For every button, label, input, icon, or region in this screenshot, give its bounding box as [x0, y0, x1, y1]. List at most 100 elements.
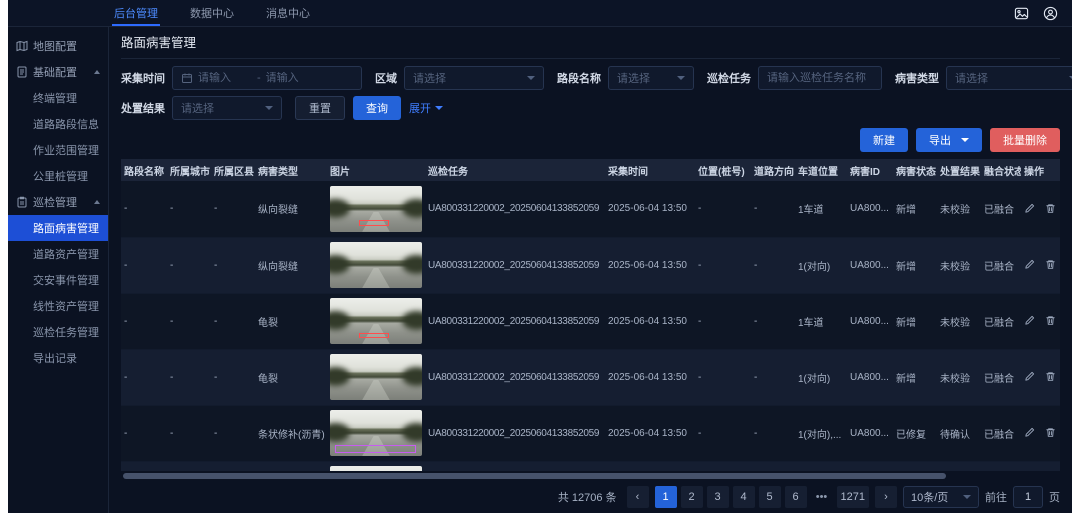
chevron-down-icon — [1069, 76, 1072, 80]
cell-road-direction: - — [751, 405, 795, 461]
table-row[interactable]: - - - 龟裂 UA800331220002_2025060413385205… — [121, 293, 1060, 349]
region-select[interactable]: 请选择 — [404, 66, 544, 90]
cell-inspection-task: UA800331220002_20250604133852059 — [425, 181, 605, 237]
page-button-1271[interactable]: 1271 — [837, 486, 869, 508]
next-page-button[interactable]: › — [875, 486, 897, 508]
column-header-1: 所属城市 — [167, 159, 211, 181]
column-header-14: 操作 — [1021, 159, 1060, 181]
table-row[interactable] — [121, 461, 1060, 471]
sidebar-item-road-section-info[interactable]: 道路路段信息 — [8, 111, 108, 137]
page-button-5[interactable]: 5 — [759, 486, 781, 508]
cell-city: - — [167, 181, 211, 237]
sidebar-item-kilometer-post-management[interactable]: 公里桩管理 — [8, 163, 108, 189]
column-header-9: 车道位置 — [795, 159, 847, 181]
inspection-task-input[interactable] — [767, 72, 873, 84]
search-button[interactable]: 查询 — [353, 96, 401, 120]
detection-box — [359, 333, 389, 339]
tab-data-center[interactable]: 数据中心 — [188, 0, 236, 26]
delete-icon[interactable] — [1045, 371, 1056, 382]
reset-button[interactable]: 重置 — [295, 96, 345, 120]
inspection-task-input-wrap — [758, 66, 882, 90]
sidebar-group-inspection-management[interactable]: 巡检管理 — [8, 189, 108, 215]
cell-disposal-result: 未校验 — [937, 237, 981, 293]
detection-box — [359, 220, 389, 226]
chevron-down-icon — [963, 495, 971, 499]
damage-type-select-placeholder: 请选择 — [955, 70, 988, 86]
cell-road-direction: - — [751, 237, 795, 293]
column-header-8: 道路方向 — [751, 159, 795, 181]
road-photo-thumb[interactable] — [330, 354, 422, 400]
main-content: 路面病害管理 采集时间 - 区域 — [109, 27, 1072, 513]
tab-backend-management[interactable]: 后台管理 — [112, 0, 160, 26]
table-body: - - - 纵向裂缝 UA800331220002_20250604133852… — [121, 181, 1060, 471]
road-photo-thumb[interactable] — [330, 186, 422, 232]
sidebar-item-road-damage-management[interactable]: 路面病害管理 — [8, 215, 108, 241]
road-photo-thumb[interactable] — [330, 298, 422, 344]
page-button-3[interactable]: 3 — [707, 486, 729, 508]
create-button[interactable]: 新建 — [860, 128, 908, 152]
sidebar-item-road-asset-management[interactable]: 道路资产管理 — [8, 241, 108, 267]
page-button-2[interactable]: 2 — [681, 486, 703, 508]
sidebar-item-traffic-safety-event-management[interactable]: 交安事件管理 — [8, 267, 108, 293]
road-photo-thumb[interactable] — [330, 410, 422, 456]
tree-shade-right — [402, 311, 422, 330]
cell-operations — [1021, 349, 1060, 405]
delete-icon[interactable] — [1045, 259, 1056, 270]
page-size-select[interactable]: 10条/页 — [903, 486, 979, 508]
road-photo-thumb[interactable] — [330, 466, 422, 471]
sidebar-group-basic-config[interactable]: 基础配置 — [8, 59, 108, 85]
road-photo-thumb[interactable] — [330, 242, 422, 288]
cell-lane-position: 1车道 — [795, 293, 847, 349]
table-row[interactable]: - - - 纵向裂缝 UA800331220002_20250604133852… — [121, 181, 1060, 237]
date-start-input[interactable] — [198, 72, 252, 84]
sidebar-item-map-config[interactable]: 地图配置 — [8, 33, 108, 59]
table-row[interactable]: - - - 条状修补(沥青) UA800331220002_2025060413… — [121, 405, 1060, 461]
column-header-12: 处置结果 — [937, 159, 981, 181]
delete-icon[interactable] — [1045, 315, 1056, 326]
page-ellipsis[interactable]: ••• — [811, 486, 833, 508]
sidebar-item-linear-asset-management[interactable]: 线性资产管理 — [8, 293, 108, 319]
batch-delete-button[interactable]: 批量删除 — [990, 128, 1060, 152]
cell-operations — [1021, 461, 1060, 471]
scrollbar-thumb[interactable] — [123, 473, 946, 479]
road-name-select[interactable]: 请选择 — [608, 66, 694, 90]
delete-icon[interactable] — [1045, 203, 1056, 214]
table-row[interactable]: - - - 纵向裂缝 UA800331220002_20250604133852… — [121, 237, 1060, 293]
sidebar-item-inspection-task-management[interactable]: 巡检任务管理 — [8, 319, 108, 345]
page-suffix-label: 页 — [1049, 489, 1060, 505]
column-header-4: 图片 — [327, 159, 425, 181]
edit-icon[interactable] — [1024, 427, 1035, 438]
sidebar-item-export-records[interactable]: 导出记录 — [8, 345, 108, 371]
page-button-6[interactable]: 6 — [785, 486, 807, 508]
cell-road-direction — [751, 461, 795, 471]
filter-panel: 采集时间 - 区域 请选择 — [121, 59, 1060, 126]
collect-time-range-picker[interactable]: - — [172, 66, 362, 90]
cell-damage-type — [255, 461, 327, 471]
expand-toggle[interactable]: 展开 — [409, 100, 443, 116]
prev-page-button[interactable]: ‹ — [627, 486, 649, 508]
user-avatar-icon[interactable] — [1043, 6, 1058, 21]
sidebar-item-terminal-management[interactable]: 终端管理 — [8, 85, 108, 111]
page-button-4[interactable]: 4 — [733, 486, 755, 508]
table-row[interactable]: - - - 龟裂 UA800331220002_2025060413385205… — [121, 349, 1060, 405]
damage-type-select[interactable]: 请选择 — [946, 66, 1072, 90]
edit-icon[interactable] — [1024, 259, 1035, 270]
delete-icon[interactable] — [1045, 427, 1056, 438]
date-end-input[interactable] — [266, 72, 320, 84]
cell-road-direction: - — [751, 349, 795, 405]
sidebar-item-work-scope-management[interactable]: 作业范围管理 — [8, 137, 108, 163]
cell-collect-time: 2025-06-04 13:50 — [605, 293, 695, 349]
edit-icon[interactable] — [1024, 371, 1035, 382]
tab-message-center[interactable]: 消息中心 — [264, 0, 312, 26]
cell-disposal-result: 未校验 — [937, 181, 981, 237]
cell-disposal-result: 未校验 — [937, 349, 981, 405]
disposal-result-select[interactable]: 请选择 — [172, 96, 282, 120]
cell-position: - — [695, 349, 751, 405]
export-button[interactable]: 导出 — [916, 128, 982, 152]
edit-icon[interactable] — [1024, 315, 1035, 326]
page-button-1[interactable]: 1 — [655, 486, 677, 508]
image-icon[interactable] — [1014, 6, 1029, 21]
cell-position: - — [695, 237, 751, 293]
edit-icon[interactable] — [1024, 203, 1035, 214]
goto-page-input[interactable] — [1013, 486, 1043, 508]
